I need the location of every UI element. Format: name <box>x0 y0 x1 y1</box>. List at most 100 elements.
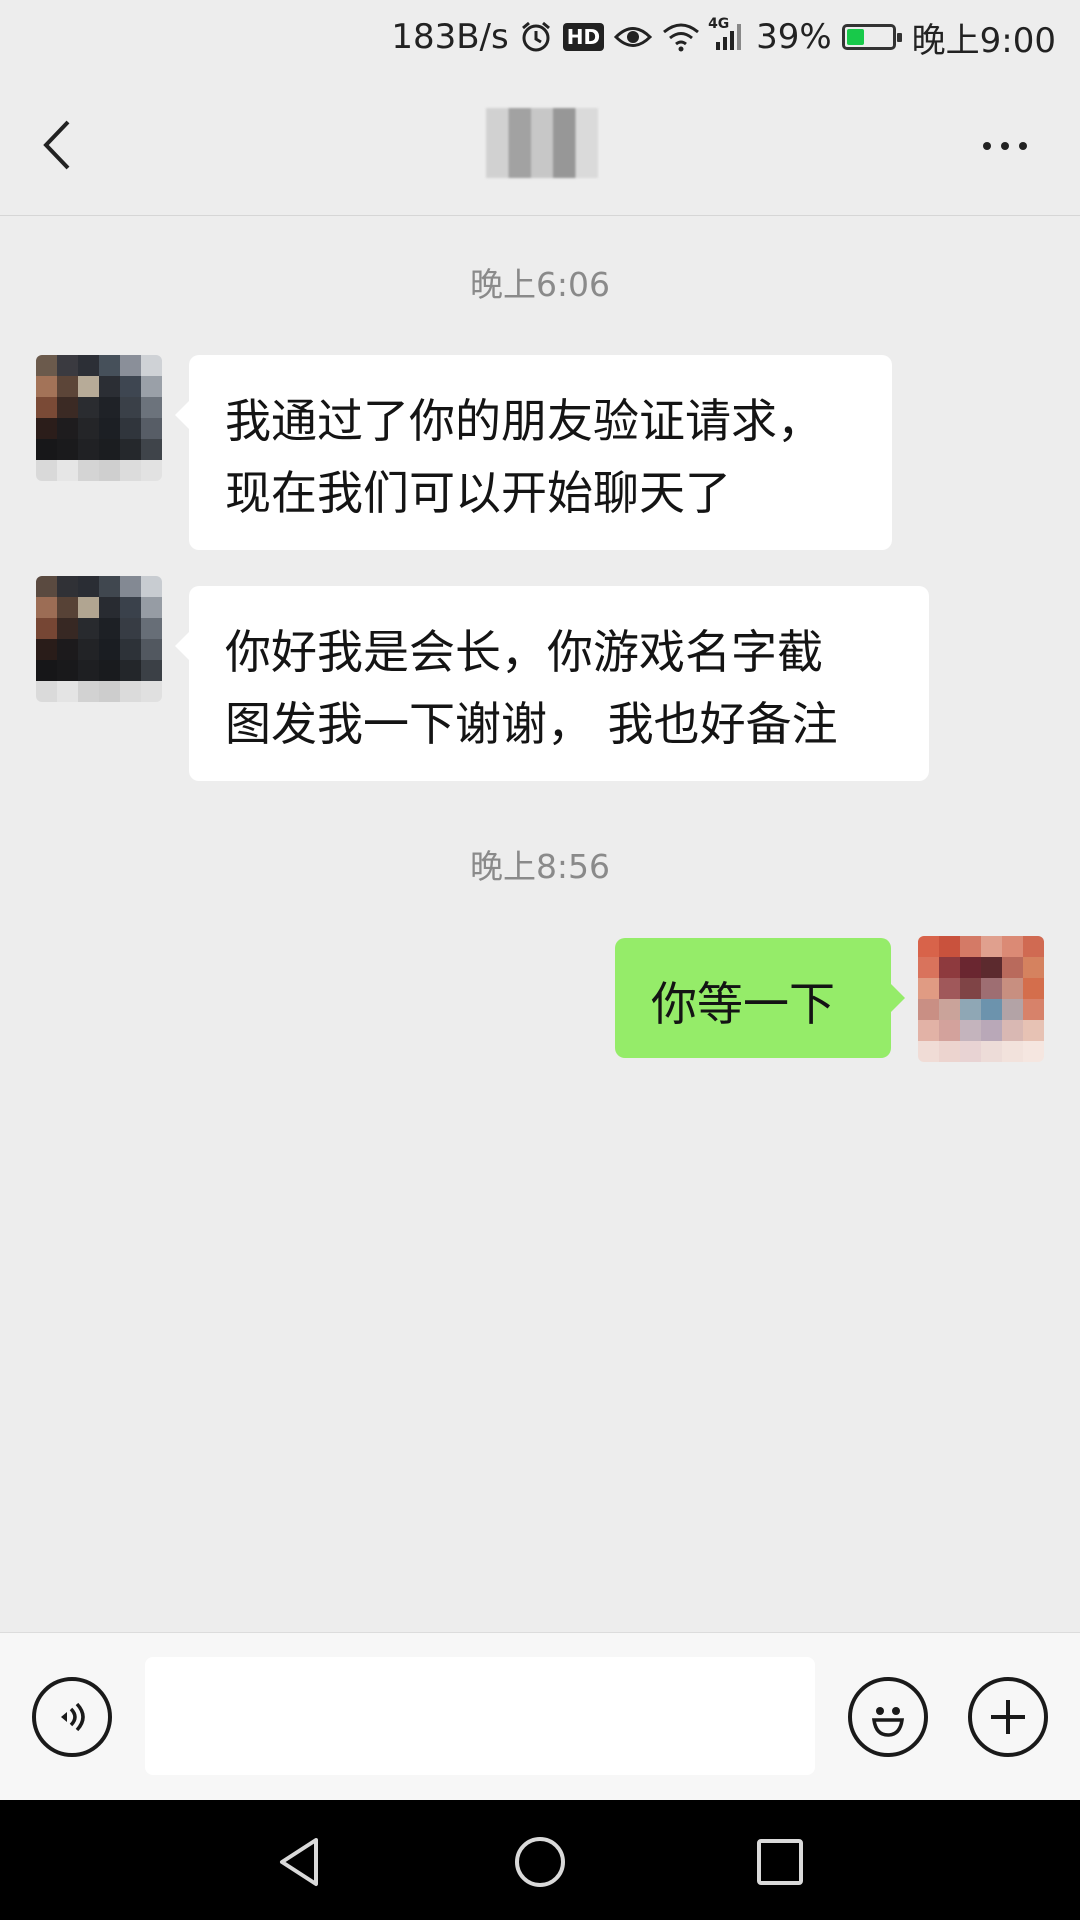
contact-name-pixelated <box>486 108 598 178</box>
avatar-pixel <box>36 576 57 597</box>
more-button[interactable] <box>970 126 1040 166</box>
message-line: 现在我们可以开始聊天了 <box>225 466 731 520</box>
incoming-message[interactable]: 你好我是会长，你游戏名字截 图发我一下谢谢， 我也好备注 <box>175 586 929 781</box>
voice-button[interactable] <box>32 1677 112 1757</box>
avatar-pixel <box>141 681 162 702</box>
avatar-pixel <box>939 978 960 999</box>
avatar-pixel <box>141 639 162 660</box>
outgoing-message[interactable]: 你等一下 <box>615 938 905 1058</box>
avatar-pixel <box>120 660 141 681</box>
avatar-pixel <box>120 460 141 481</box>
avatar-pixel <box>36 460 57 481</box>
avatar-pixel <box>1002 1020 1023 1041</box>
clock: 晚上9:00 <box>911 20 1056 61</box>
avatar-pixel <box>57 597 78 618</box>
avatar-pixel <box>78 681 99 702</box>
avatar-pixel <box>99 597 120 618</box>
battery-level <box>846 29 864 45</box>
time-separator: 晚上6:06 <box>469 265 611 304</box>
incoming-message[interactable]: 我通过了你的朋友验证请求， 现在我们可以开始聊天了 <box>175 355 892 550</box>
avatar-pixel <box>960 936 981 957</box>
network-type: 4G <box>708 16 730 32</box>
avatar-pixel <box>78 660 99 681</box>
avatar-pixel <box>36 397 57 418</box>
avatar-pixel <box>36 618 57 639</box>
contact-avatar[interactable] <box>36 355 162 481</box>
avatar-pixel <box>141 576 162 597</box>
status-bar: 183B/s HD 4G 39% 晚上9:00 <box>0 0 1080 74</box>
avatar-pixel <box>939 1020 960 1041</box>
avatar-pixel <box>918 936 939 957</box>
avatar-pixel <box>1023 936 1044 957</box>
avatar-pixel <box>120 355 141 376</box>
chat-header <box>0 74 1080 216</box>
avatar-pixel <box>918 957 939 978</box>
message-line: 图发我一下谢谢， 我也好备注 <box>225 697 838 751</box>
avatar-pixel <box>981 936 1002 957</box>
avatar-pixel <box>78 618 99 639</box>
circle-home-icon <box>515 1837 565 1887</box>
avatar-pixel <box>36 355 57 376</box>
system-back-button[interactable] <box>270 1832 330 1892</box>
avatar-pixel <box>120 376 141 397</box>
voice-icon <box>61 1702 85 1732</box>
input-bar <box>0 1632 1080 1800</box>
avatar-pixel <box>1002 978 1023 999</box>
avatar-pixel <box>99 376 120 397</box>
avatar-pixel <box>99 439 120 460</box>
avatar-pixel <box>141 376 162 397</box>
more-horizontal-icon <box>983 142 991 150</box>
avatar-pixel <box>36 376 57 397</box>
system-navigation-bar <box>0 1800 1080 1920</box>
square-recents-icon <box>757 1839 803 1885</box>
avatar-pixel <box>141 397 162 418</box>
avatar-pixel <box>57 681 78 702</box>
avatar-pixel <box>1023 1020 1044 1041</box>
avatar-pixel <box>1023 978 1044 999</box>
avatar-pixel <box>981 1041 1002 1062</box>
avatar-pixel <box>120 681 141 702</box>
hd-icon: HD <box>562 23 605 51</box>
wifi-icon <box>662 22 700 52</box>
avatar-pixel <box>981 957 1002 978</box>
avatar-pixel <box>78 460 99 481</box>
avatar-pixel <box>120 439 141 460</box>
avatar-pixel <box>141 660 162 681</box>
avatar-pixel <box>57 576 78 597</box>
my-avatar[interactable] <box>918 936 1044 1062</box>
message-input[interactable] <box>145 1657 815 1775</box>
avatar-pixel <box>120 397 141 418</box>
avatar-pixel <box>960 999 981 1020</box>
avatar-pixel <box>1023 1041 1044 1062</box>
avatar-pixel <box>78 439 99 460</box>
avatar-pixel <box>99 355 120 376</box>
back-button[interactable] <box>30 110 100 180</box>
plus-button[interactable] <box>968 1677 1048 1757</box>
avatar-pixel <box>36 639 57 660</box>
avatar-pixel <box>36 681 57 702</box>
avatar-pixel <box>99 418 120 439</box>
avatar-pixel <box>960 978 981 999</box>
avatar-pixel <box>918 999 939 1020</box>
avatar-pixel <box>99 397 120 418</box>
avatar-pixel <box>78 397 99 418</box>
system-home-button[interactable] <box>510 1832 570 1892</box>
avatar-pixel <box>141 618 162 639</box>
avatar-pixel <box>99 681 120 702</box>
avatar-pixel <box>981 1020 1002 1041</box>
avatar-pixel <box>1002 999 1023 1020</box>
contact-avatar[interactable] <box>36 576 162 702</box>
avatar-pixel <box>57 618 78 639</box>
avatar-pixel <box>918 978 939 999</box>
system-recents-button[interactable] <box>750 1832 810 1892</box>
avatar-pixel <box>57 355 78 376</box>
message-line: 你好我是会长，你游戏名字截 <box>225 625 823 679</box>
avatar-pixel <box>1023 957 1044 978</box>
avatar-pixel <box>141 439 162 460</box>
battery-percent: 39% <box>756 17 832 57</box>
avatar-pixel <box>36 660 57 681</box>
avatar-pixel <box>99 618 120 639</box>
avatar-pixel <box>918 1041 939 1062</box>
avatar-pixel <box>57 418 78 439</box>
emoji-button[interactable] <box>848 1677 928 1757</box>
